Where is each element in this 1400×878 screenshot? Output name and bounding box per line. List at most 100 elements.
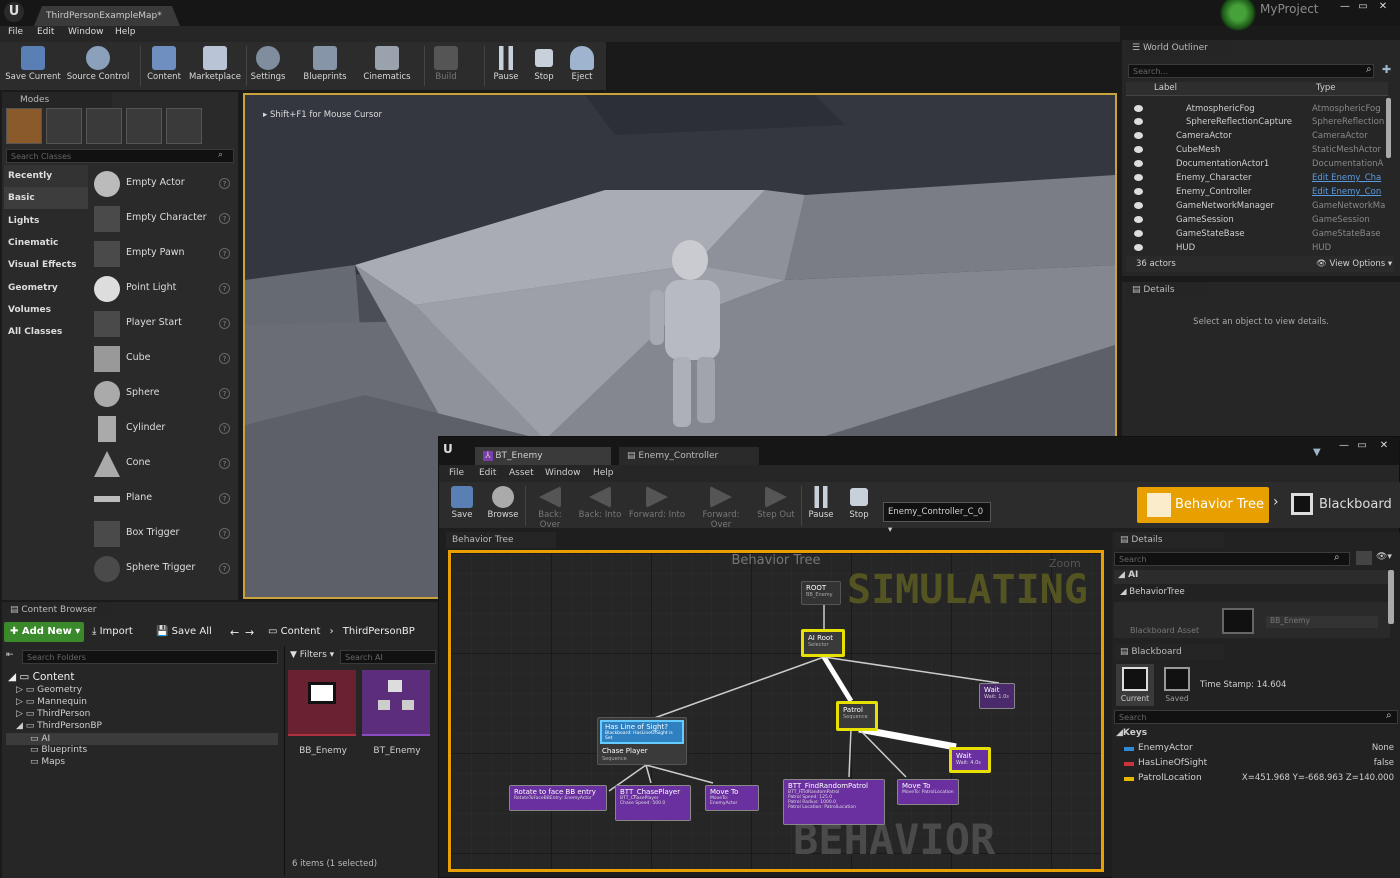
help-icon[interactable]: ?: [219, 458, 230, 469]
project-badge-icon[interactable]: [1220, 0, 1256, 31]
back-over-button[interactable]: Back: Over: [527, 482, 573, 530]
keys-header[interactable]: ◢Keys: [1116, 728, 1147, 738]
node-move-to-1[interactable]: Move To MoveTo: EnemyActor: [705, 785, 759, 811]
landscape-mode-icon[interactable]: [86, 108, 122, 144]
outliner-row[interactable]: AtmosphericFog AtmosphericFog: [1126, 102, 1388, 116]
category-recently-placed[interactable]: Recently Placed: [4, 165, 88, 203]
bt-menu-edit[interactable]: Edit: [479, 468, 496, 478]
node-root[interactable]: ROOT BB_Enemy: [801, 581, 841, 605]
tab-bt-enemy[interactable]: ⅄ BT_Enemy: [475, 447, 611, 465]
filters-button[interactable]: ▼ Filters ▾: [290, 650, 334, 660]
bt-pause-button[interactable]: Pause: [803, 482, 839, 530]
add-folder-icon[interactable]: ✚: [1382, 63, 1391, 76]
place-item-player-start[interactable]: Player Start?: [92, 307, 234, 341]
bt-browse-button[interactable]: Browse: [483, 482, 523, 530]
help-icon[interactable]: ?: [219, 248, 230, 259]
node-wait-1[interactable]: Wait Wait: 1.0s: [979, 683, 1015, 709]
eye-icon[interactable]: [1134, 132, 1143, 139]
bt-menu-window[interactable]: Window: [545, 468, 581, 478]
close-button[interactable]: ✕: [1376, 2, 1390, 12]
eye-icon[interactable]: [1134, 174, 1143, 181]
step-out-button[interactable]: Step Out: [755, 482, 797, 530]
forward-over-button[interactable]: Forward: Over: [691, 482, 751, 530]
forward-arrow-icon[interactable]: →: [245, 626, 254, 639]
tree-item-thirdperson[interactable]: ▷ ▭ ThirdPerson: [16, 709, 90, 719]
search-folders-input[interactable]: Search Folders: [22, 650, 278, 664]
blackboard-tab[interactable]: ▤ Blackboard: [1114, 644, 1224, 660]
build-button[interactable]: Build: [428, 42, 464, 90]
eye-options-icon[interactable]: 👁▾: [1376, 552, 1392, 562]
category-cinematic[interactable]: Cinematic: [4, 232, 88, 254]
tree-item-content[interactable]: ◢ ▭ Content: [8, 671, 74, 683]
add-new-button[interactable]: ✚ Add New ▾: [4, 622, 84, 642]
category-basic[interactable]: Basic: [4, 187, 88, 209]
eye-icon[interactable]: [1134, 230, 1143, 237]
paint-mode-icon[interactable]: [46, 108, 82, 144]
details-subsection-behaviortree[interactable]: ◢ BehaviorTree: [1120, 587, 1185, 597]
menu-window[interactable]: Window: [68, 27, 104, 37]
eye-icon[interactable]: [1134, 105, 1143, 112]
help-icon[interactable]: ?: [219, 353, 230, 364]
content-browser-tab[interactable]: ▤ Content Browser: [4, 602, 114, 618]
place-item-cone[interactable]: Cone?: [92, 447, 234, 481]
eye-icon[interactable]: [1134, 160, 1143, 167]
place-item-cube[interactable]: Cube?: [92, 342, 234, 376]
eye-icon[interactable]: [1134, 202, 1143, 209]
bt-stop-button[interactable]: Stop: [841, 482, 877, 530]
bt-menu-help[interactable]: Help: [593, 468, 614, 478]
eye-icon[interactable]: [1134, 216, 1143, 223]
behavior-tree-graph-tab[interactable]: Behavior Tree: [446, 532, 556, 548]
outliner-row[interactable]: CubeMesh StaticMeshActor: [1126, 143, 1388, 157]
bt-maximize-button[interactable]: ▭: [1355, 441, 1369, 451]
level-tab[interactable]: ThirdPersonExampleMap*: [34, 6, 180, 26]
behavior-tree-mode-button[interactable]: Behavior Tree: [1137, 487, 1269, 523]
help-icon[interactable]: ?: [219, 493, 230, 504]
cinematics-button[interactable]: Cinematics: [362, 42, 412, 90]
category-volumes[interactable]: Volumes: [4, 299, 88, 321]
eye-icon[interactable]: [1134, 244, 1143, 251]
help-icon[interactable]: ?: [219, 563, 230, 574]
category-lights[interactable]: Lights: [4, 210, 88, 232]
bt-save-button[interactable]: Save: [445, 482, 479, 530]
search-classes-input[interactable]: Search Classes: [6, 149, 234, 163]
behavior-tree-graph[interactable]: Behavior Tree Zoom SIMULATING BEHAVIOR T…: [448, 550, 1104, 872]
menu-file[interactable]: File: [8, 27, 23, 37]
place-item-empty-character[interactable]: Empty Character?: [92, 202, 234, 236]
eject-button[interactable]: Eject: [564, 42, 600, 90]
place-item-plane[interactable]: Plane?: [92, 482, 234, 516]
blackboard-current-button[interactable]: Current: [1116, 664, 1154, 706]
place-item-sphere[interactable]: Sphere?: [92, 377, 234, 411]
eye-icon[interactable]: [1134, 188, 1143, 195]
back-into-button[interactable]: Back: Into: [577, 482, 623, 530]
foliage-mode-icon[interactable]: [126, 108, 162, 144]
eye-icon[interactable]: [1134, 118, 1143, 125]
outliner-row[interactable]: Enemy_Character Edit Enemy_Cha: [1126, 171, 1388, 185]
help-icon[interactable]: ?: [219, 528, 230, 539]
node-find-random-patrol[interactable]: BTT_FindRandomPatrol BTT_FindRandomPatrol…: [783, 779, 885, 825]
details-section-ai[interactable]: ◢ AI: [1114, 570, 1390, 584]
node-patrol[interactable]: Patrol Sequence: [836, 701, 878, 731]
tree-item-geometry[interactable]: ▷ ▭ Geometry: [16, 685, 82, 695]
outliner-row[interactable]: GameStateBase GameStateBase: [1126, 227, 1388, 241]
bt-details-tab[interactable]: ▤ Details: [1114, 532, 1224, 548]
outliner-row[interactable]: CameraActor CameraActor: [1126, 129, 1388, 143]
collapse-icon[interactable]: ⇤: [6, 650, 14, 660]
place-item-box-trigger[interactable]: Box Trigger?: [92, 517, 234, 551]
node-ai-root[interactable]: AI Root Selector: [801, 629, 845, 657]
place-item-empty-actor[interactable]: Empty Actor?: [92, 167, 234, 201]
decorator-has-line-of-sight[interactable]: Has Line of Sight? Blackboard: HasLineOfS…: [600, 720, 684, 744]
outliner-row[interactable]: Enemy_Controller Edit Enemy_Con: [1126, 185, 1388, 199]
blueprints-button[interactable]: Blueprints: [300, 42, 350, 90]
source-control-button[interactable]: Source Control: [64, 42, 132, 90]
outliner-row[interactable]: GameNetworkManager GameNetworkMa: [1126, 199, 1388, 213]
node-wait-2[interactable]: Wait Wait: 4.0s: [949, 747, 991, 773]
tree-item-ai[interactable]: ▭ AI: [6, 733, 278, 745]
settings-button[interactable]: Settings: [248, 42, 288, 90]
outliner-row[interactable]: HUD HUD: [1126, 241, 1388, 252]
stop-button[interactable]: Stop: [526, 42, 562, 90]
place-item-cylinder[interactable]: Cylinder?: [92, 412, 234, 446]
category-all-classes[interactable]: All Classes: [4, 321, 88, 343]
help-icon[interactable]: ?: [219, 423, 230, 434]
node-btt-chase-player[interactable]: BTT_ChasePlayer BTT_ChasePlayer Chase Spee…: [615, 785, 691, 821]
node-chase-player[interactable]: Has Line of Sight? Blackboard: HasLineOfS…: [597, 717, 687, 765]
